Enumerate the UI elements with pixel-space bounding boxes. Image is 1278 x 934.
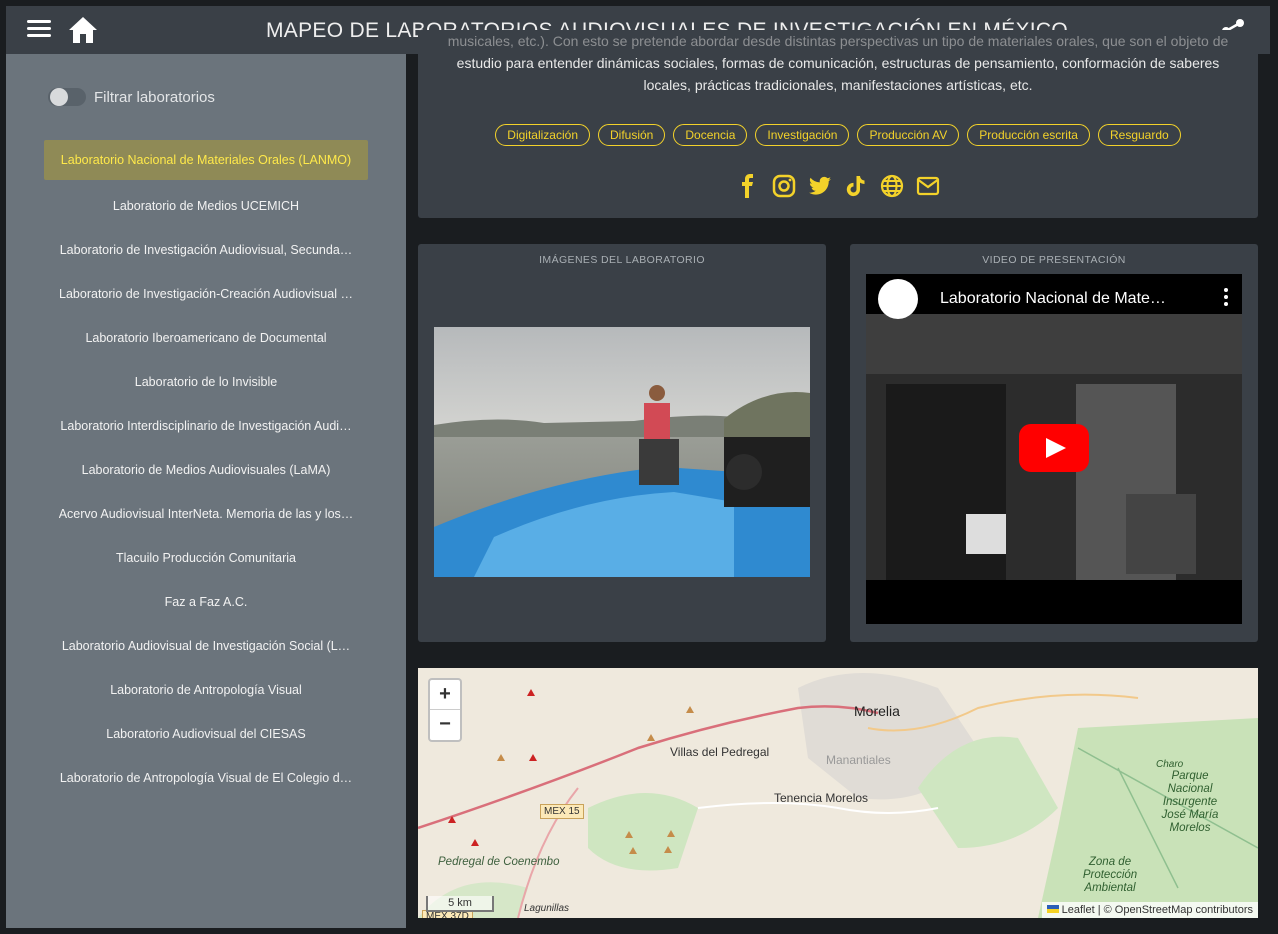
lab-item-label: Laboratorio de Antropología Visual de El… (59, 771, 353, 785)
lab-item[interactable]: Laboratorio de Medios UCEMICH (44, 184, 368, 228)
map[interactable]: + − Morelia Villas del Pedregal Manantia… (418, 668, 1258, 918)
lab-item-label: Laboratorio de Investigación-Creación Au… (59, 287, 353, 301)
lab-item-label: Laboratorio de Medios Audiovisuales (LaM… (81, 463, 331, 477)
description-line: musicales, etc.). Con esto se pretende a… (447, 33, 1229, 49)
lab-item[interactable]: Laboratorio Audiovisual de Investigación… (44, 624, 368, 668)
map-label-mex15: MEX 15 (540, 804, 584, 819)
description-line: estudio para entender dinámicas sociales… (456, 55, 1220, 71)
lab-item[interactable]: Laboratorio Iberoamericano de Documental (44, 316, 368, 360)
lab-item-label: Tlacuilo Producción Comunitaria (116, 551, 296, 565)
lab-item-label: Laboratorio Iberoamericano de Documental (85, 331, 327, 345)
tiktok-icon[interactable] (844, 174, 868, 198)
tag-list: Digitalización Difusión Docencia Investi… (418, 124, 1258, 146)
lab-item[interactable]: Laboratorio de Investigación Audiovisual… (44, 228, 368, 272)
sidebar: Filtrar laboratorios Laboratorio Naciona… (6, 54, 406, 928)
lab-marker[interactable] (664, 846, 672, 853)
lab-description: musicales, etc.). Con esto se pretende a… (438, 33, 1238, 96)
tag-digitalizacion[interactable]: Digitalización (495, 124, 590, 146)
lab-item-label: Faz a Faz A.C. (164, 595, 248, 609)
lab-item[interactable]: Laboratorio de Antropología Visual (44, 668, 368, 712)
more-options-icon[interactable] (1224, 288, 1228, 306)
instagram-icon[interactable] (772, 174, 796, 198)
lab-marker[interactable] (686, 706, 694, 713)
tag-docencia[interactable]: Docencia (673, 124, 748, 146)
map-label-zona: Zona de Protección Ambiental (1082, 856, 1138, 894)
twitter-icon[interactable] (808, 174, 832, 198)
map-scale: 5 km (426, 896, 494, 912)
tag-resguardo[interactable]: Resguardo (1097, 124, 1181, 146)
hamburger-menu-icon[interactable] (24, 16, 54, 44)
filter-label: Filtrar laboratorios (94, 88, 215, 106)
lab-item-label: Laboratorio Audiovisual del CIESAS (106, 727, 306, 741)
channel-logo-icon[interactable] (878, 279, 918, 319)
video-title[interactable]: Laboratorio Nacional de Mate… (940, 290, 1166, 308)
lab-item[interactable]: Laboratorio Audiovisual del CIESAS (44, 712, 368, 756)
map-attribution: Leaflet | © OpenStreetMap contributors (1041, 902, 1258, 918)
facebook-icon[interactable] (736, 174, 760, 198)
lab-marker[interactable] (448, 816, 456, 823)
images-card: IMÁGENES DEL LABORATORIO (418, 244, 826, 642)
video-card: VIDEO DE PRESENTACIÓN Laboratorio Nacion… (850, 244, 1258, 642)
lab-item-label: Laboratorio Interdisciplinario de Invest… (60, 419, 352, 433)
osm-attribution[interactable]: | © OpenStreetMap contributors (1098, 904, 1253, 916)
lab-info-card: musicales, etc.). Con esto se pretende a… (418, 30, 1258, 218)
lab-item-lanmo[interactable]: Laboratorio Nacional de Materiales Orale… (44, 140, 368, 180)
lab-item-label: Laboratorio de Antropología Visual (110, 683, 302, 697)
home-icon[interactable] (66, 14, 100, 46)
lab-item-label: Laboratorio Nacional de Materiales Orale… (60, 153, 352, 167)
envelope-icon[interactable] (916, 174, 940, 198)
lab-item-label: Laboratorio de Medios UCEMICH (112, 199, 300, 213)
lab-photo[interactable] (434, 327, 810, 577)
map-label-tenencia: Tenencia Morelos (774, 791, 869, 805)
zoom-in-button[interactable]: + (430, 680, 460, 710)
lab-item-label: Acervo Audiovisual InterNeta. Memoria de… (58, 507, 354, 521)
tag-investigacion[interactable]: Investigación (755, 124, 850, 146)
lab-item[interactable]: Laboratorio de Medios Audiovisuales (LaM… (44, 448, 368, 492)
youtube-video-embed[interactable]: Laboratorio Nacional de Mate… (866, 274, 1242, 624)
lab-list: Laboratorio Nacional de Materiales Orale… (44, 140, 368, 800)
lab-item[interactable]: Laboratorio de Antropología Visual de El… (44, 756, 368, 800)
lab-marker[interactable] (629, 847, 637, 854)
zoom-control: + − (428, 678, 462, 742)
lab-marker[interactable] (471, 839, 479, 846)
lab-marker[interactable] (529, 754, 537, 761)
lab-item[interactable]: Faz a Faz A.C. (44, 580, 368, 624)
play-button-icon[interactable] (1019, 424, 1089, 472)
lab-marker[interactable] (667, 830, 675, 837)
tag-difusion[interactable]: Difusión (598, 124, 666, 146)
video-title-bar: Laboratorio Nacional de Mate… (866, 274, 1242, 324)
tag-produccion-escrita[interactable]: Producción escrita (967, 124, 1090, 146)
lab-item-label: Laboratorio Audiovisual de Investigación… (61, 639, 351, 653)
map-label-morelia: Morelia (854, 703, 900, 719)
description-line: locales, prácticas tradicionales, manife… (643, 77, 1033, 93)
lab-item-label: Laboratorio de lo Invisible (134, 375, 278, 389)
tag-produccion-av[interactable]: Producción AV (857, 124, 960, 146)
lab-marker[interactable] (527, 689, 535, 696)
social-links (418, 174, 1258, 198)
leaflet-link[interactable]: Leaflet (1062, 904, 1095, 916)
lab-item-label: Laboratorio de Investigación Audiovisual… (59, 243, 353, 257)
lab-item[interactable]: Laboratorio de lo Invisible (44, 360, 368, 404)
images-card-title: IMÁGENES DEL LABORATORIO (539, 254, 705, 266)
filter-toggle[interactable] (48, 88, 86, 106)
map-label-manantiales: Manantiales (826, 753, 891, 767)
filter-toggle-row: Filtrar laboratorios (48, 88, 215, 106)
lab-marker[interactable] (647, 734, 655, 741)
lab-item[interactable]: Laboratorio Interdisciplinario de Invest… (44, 404, 368, 448)
lab-marker[interactable] (625, 831, 633, 838)
zoom-out-button[interactable]: − (430, 710, 460, 740)
video-card-title: VIDEO DE PRESENTACIÓN (982, 254, 1126, 266)
globe-icon[interactable] (880, 174, 904, 198)
ukraine-flag-icon (1046, 905, 1059, 913)
lab-marker[interactable] (497, 754, 505, 761)
lab-item[interactable]: Tlacuilo Producción Comunitaria (44, 536, 368, 580)
map-label-villas: Villas del Pedregal (670, 745, 770, 759)
map-label-parque: Parque Nacional Insurgente José María Mo… (1161, 770, 1219, 834)
map-label-lagunillas: Lagunillas (524, 903, 570, 914)
map-label-pedregal: Pedregal de Coenembo (438, 856, 560, 868)
lab-item[interactable]: Laboratorio de Investigación-Creación Au… (44, 272, 368, 316)
lab-item[interactable]: Acervo Audiovisual InterNeta. Memoria de… (44, 492, 368, 536)
